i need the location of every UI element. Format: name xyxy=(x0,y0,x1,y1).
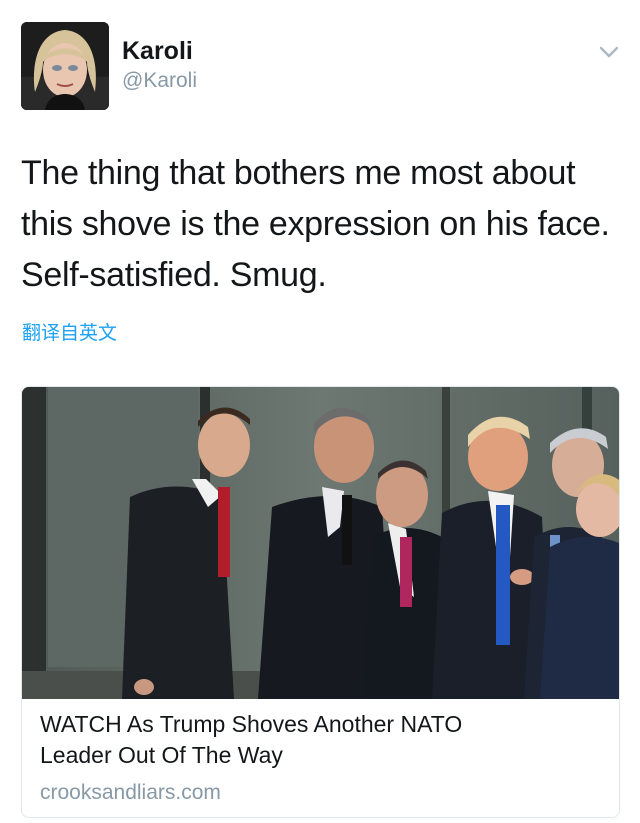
card-title-line[interactable]: WATCH As Trump Shoves Another NATO xyxy=(40,709,605,740)
tweet: Karoli @Karoli The thing that bothers me… xyxy=(0,0,640,823)
tweet-text-line: this shove is the expression on his face… xyxy=(21,205,610,243)
translate-link[interactable]: 翻译自英文 xyxy=(22,322,117,346)
card-body: WATCH As Trump Shoves Another NATO Leade… xyxy=(40,709,605,806)
chevron-down-icon[interactable] xyxy=(596,42,622,62)
card-title-line[interactable]: Leader Out Of The Way xyxy=(40,740,605,771)
user-handle[interactable]: @Karoli xyxy=(122,68,197,94)
card-domain: crooksandliars.com xyxy=(40,781,221,804)
tweet-text-line: The thing that bothers me most about xyxy=(21,154,576,192)
user-info: Karoli @Karoli xyxy=(122,36,197,94)
link-card[interactable]: WATCH As Trump Shoves Another NATO Leade… xyxy=(21,386,620,818)
tweet-text: The thing that bothers me most about thi… xyxy=(21,148,626,301)
tweet-text-line: Self-satisfied. Smug. xyxy=(21,256,327,294)
display-name[interactable]: Karoli xyxy=(122,36,197,66)
card-image xyxy=(22,387,619,699)
avatar[interactable] xyxy=(21,22,109,110)
